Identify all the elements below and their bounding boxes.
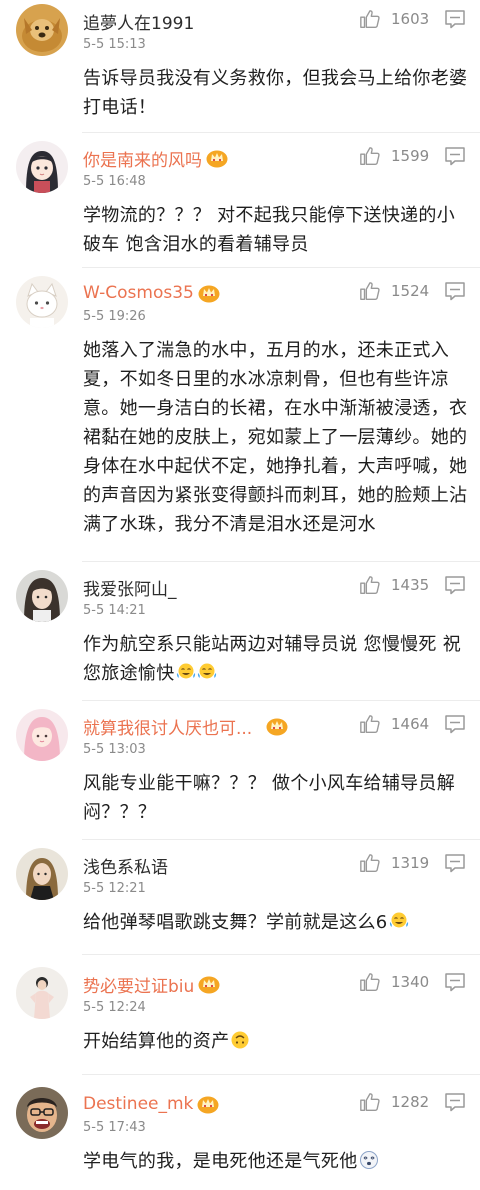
thumbs-up-icon (359, 971, 381, 993)
reply-comment-icon[interactable] (444, 575, 466, 595)
like-count: 1282 (391, 1093, 430, 1111)
username[interactable]: W-Cosmos35 (83, 283, 194, 303)
comment-text: 她落入了湍急的水中，五月的水，还未正式入夏，不如冬日里的水冰凉刺骨，但也有些许凉… (83, 340, 468, 535)
comment-text: 风能专业能干嘛？？？ 做个小风车给辅导员解闷？？？ (83, 773, 456, 823)
comment-time: 5-5 12:24 (83, 1000, 146, 1015)
like-button[interactable]: 1435 (359, 572, 429, 598)
vip-crown-icon (198, 283, 220, 303)
comment-text: 开始结算他的资产 (83, 1027, 468, 1056)
reply-comment-icon[interactable] (444, 853, 466, 873)
comment-time: 5-5 13:03 (83, 742, 146, 757)
like-count: 1603 (391, 10, 430, 28)
comment-text: 学电气的我，是电死他还是气死他 (83, 1147, 468, 1176)
like-button[interactable]: 1282 (359, 1089, 429, 1115)
laugh-cry-emoji (176, 662, 196, 682)
like-count: 1435 (391, 576, 430, 594)
dizzy-emoji (359, 1150, 379, 1170)
comment-item: 就算我很讨人厌也可... 5-5 13:03 1464 风能专业能干嘛？？？ 做… (0, 705, 480, 840)
username[interactable]: 就算我很讨人厌也可... (83, 714, 252, 739)
username[interactable]: 追夢人在1991 (83, 9, 194, 34)
avatar[interactable] (16, 1087, 68, 1139)
comment-item: 势必要过证biu 5-5 12:24 1340 开始结算他的资产 (0, 963, 480, 1075)
vip-crown-icon (206, 148, 228, 168)
reply-comment-icon[interactable] (444, 714, 466, 734)
comment-text-body: 作为航空系只能站两边对辅导员说 您慢慢死 祝您旅途愉快 (83, 634, 462, 684)
comment-time: 5-5 19:26 (83, 309, 146, 324)
comment-time: 5-5 12:21 (83, 881, 146, 896)
avatar[interactable] (16, 570, 68, 622)
avatar[interactable] (16, 141, 68, 193)
username[interactable]: 浅色系私语 (83, 853, 168, 878)
username[interactable]: 势必要过证biu (83, 972, 194, 997)
comment-item: 浅色系私语 5-5 12:21 1319 给他弹琴唱歌跳支舞？学前就是这么6 (0, 844, 480, 955)
thumbs-up-icon (359, 852, 381, 874)
username[interactable]: 我爱张阿山_ (83, 575, 177, 600)
reply-comment-icon[interactable] (444, 146, 466, 166)
comment-text: 给他弹琴唱歌跳支舞？学前就是这么6 (83, 908, 468, 937)
reply-comment-icon[interactable] (444, 281, 466, 301)
vip-crown-icon (198, 974, 220, 994)
comment-time: 5-5 17:43 (83, 1120, 146, 1135)
thumbs-up-icon (359, 280, 381, 302)
comment-item: 你是南来的风吗 5-5 16:48 1599 学物流的？？？ 对不起我只能停下送… (0, 137, 480, 268)
reply-comment-icon[interactable] (444, 9, 466, 29)
thumbs-up-icon (359, 145, 381, 167)
comment-item: Destinee_mk 5-5 17:43 1282 学电气的我，是电死他还是气… (0, 1083, 480, 1190)
vip-crown-icon (197, 1094, 219, 1114)
comment-time: 5-5 16:48 (83, 174, 146, 189)
vip-crown-icon (266, 716, 288, 736)
reply-comment-icon[interactable] (444, 1092, 466, 1112)
thumbs-up-icon (359, 1091, 381, 1113)
like-button[interactable]: 1603 (359, 6, 429, 32)
comment-time: 5-5 15:13 (83, 37, 146, 52)
comment-item: 我爱张阿山_ 5-5 14:21 1435 作为航空系只能站两边对辅导员说 您慢… (0, 566, 480, 701)
comment-text-body: 开始结算他的资产 (83, 1031, 230, 1052)
comment-time: 5-5 14:21 (83, 603, 146, 618)
like-button[interactable]: 1464 (359, 711, 429, 737)
avatar[interactable] (16, 4, 68, 56)
comment-text-body: 学电气的我，是电死他还是气死他 (83, 1151, 358, 1172)
like-button[interactable]: 1524 (359, 278, 429, 304)
avatar[interactable] (16, 967, 68, 1019)
username[interactable]: Destinee_mk (83, 1094, 193, 1114)
reply-comment-icon[interactable] (444, 972, 466, 992)
comment-text: 学物流的？？？ 对不起我只能停下送快递的小破车 饱含泪水的看着辅导员 (83, 205, 456, 255)
avatar[interactable] (16, 848, 68, 900)
like-count: 1319 (391, 854, 430, 872)
comment-item: W-Cosmos35 5-5 19:26 1524 她落入了湍急的水中，五月的水… (0, 272, 480, 562)
thumbs-up-icon (359, 574, 381, 596)
thumbs-up-icon (359, 8, 381, 30)
username[interactable]: 你是南来的风吗 (83, 146, 202, 171)
avatar[interactable] (16, 276, 68, 328)
comment-text: 告诉导员我没有义务救你，但我会马上给你老婆打电话！ (83, 68, 468, 118)
like-count: 1464 (391, 715, 430, 733)
comment-text: 作为航空系只能站两边对辅导员说 您慢慢死 祝您旅途愉快 (83, 630, 468, 688)
like-button[interactable]: 1319 (359, 850, 429, 876)
laugh-cry-emoji (389, 911, 409, 931)
like-count: 1340 (391, 973, 430, 991)
like-button[interactable]: 1599 (359, 143, 429, 169)
comment-feed: 追夢人在1991 5-5 15:13 1603 告诉导员我没有义务救你，但我会马… (0, 0, 480, 1190)
like-count: 1599 (391, 147, 430, 165)
avatar[interactable] (16, 709, 68, 761)
upside-down-emoji (230, 1030, 250, 1050)
like-button[interactable]: 1340 (359, 969, 429, 995)
comment-text-body: 给他弹琴唱歌跳支舞？学前就是这么6 (83, 912, 388, 933)
laugh-cry-emoji (197, 662, 217, 682)
thumbs-up-icon (359, 713, 381, 735)
like-count: 1524 (391, 282, 430, 300)
comment-item: 追夢人在1991 5-5 15:13 1603 告诉导员我没有义务救你，但我会马… (0, 0, 480, 133)
